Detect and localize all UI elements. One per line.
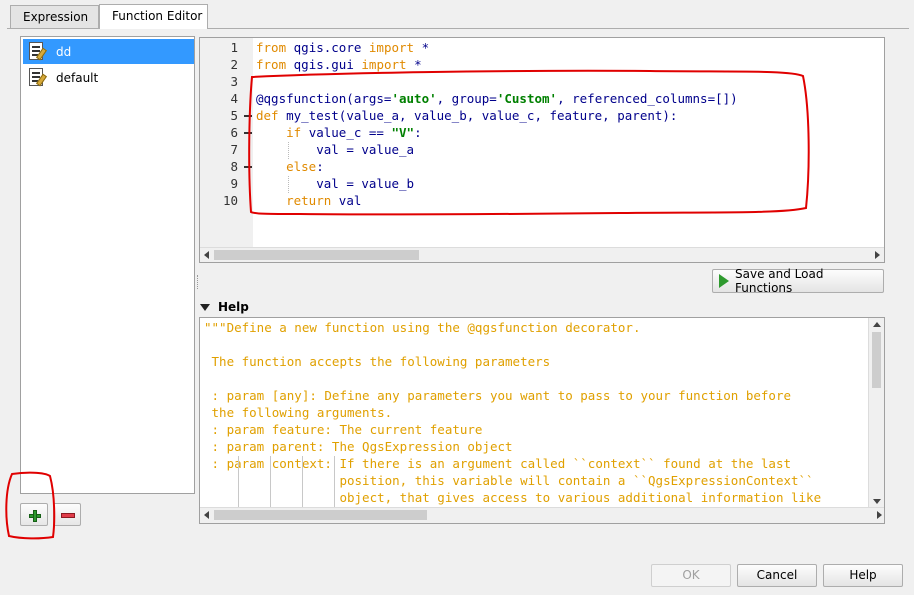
function-file-list[interactable]: dd default xyxy=(20,36,195,494)
remove-function-button[interactable] xyxy=(53,503,81,526)
help-vertical-scrollbar[interactable] xyxy=(868,318,884,508)
scrollbar-thumb[interactable] xyxy=(214,250,419,260)
help-section-toggle[interactable]: Help xyxy=(200,299,249,315)
code-line: val = value_a xyxy=(316,142,415,157)
cancel-button[interactable]: Cancel xyxy=(737,564,817,587)
help-line: position, this variable will contain a `… xyxy=(204,473,814,488)
help-line: : param parent: The QgsExpression object xyxy=(204,439,513,454)
line-number: 5 xyxy=(230,108,238,123)
code-line: @qgsfunction(args='auto', group='Custom'… xyxy=(256,91,738,106)
save-and-load-label: Save and Load Functions xyxy=(735,267,824,295)
script-edit-icon xyxy=(26,67,48,89)
splitter-handle[interactable] xyxy=(197,275,198,289)
code-line: from qgis.gui import * xyxy=(256,57,422,72)
line-number: 9 xyxy=(230,176,238,191)
line-number: 1 xyxy=(230,40,238,55)
scroll-right-icon[interactable] xyxy=(877,511,882,519)
code-line: return val xyxy=(286,193,362,208)
help-text-view[interactable]: """Define a new function using the @qgsf… xyxy=(199,317,885,524)
help-button[interactable]: Help xyxy=(823,564,903,587)
collapse-triangle-icon xyxy=(200,303,210,311)
scroll-up-icon[interactable] xyxy=(873,322,881,327)
scroll-left-icon[interactable] xyxy=(204,251,209,259)
tab-expression-label: Expression xyxy=(23,10,89,24)
code-line: val = value_b xyxy=(316,176,415,191)
line-number: 10 xyxy=(222,193,238,208)
tab-bar: Expression Function Editor xyxy=(10,4,910,29)
list-item[interactable]: default xyxy=(23,65,194,90)
help-horizontal-scrollbar[interactable] xyxy=(200,507,884,523)
fold-marker-icon[interactable] xyxy=(244,166,252,170)
save-and-load-button[interactable]: Save and Load Functions xyxy=(712,267,884,295)
line-number: 7 xyxy=(230,142,238,157)
line-number-gutter: 1 2 3 4 5 6 7 8 9 10 xyxy=(200,38,253,248)
line-number: 8 xyxy=(230,159,238,174)
scrollbar-thumb[interactable] xyxy=(214,510,427,520)
line-number: 4 xyxy=(230,91,238,106)
help-line: : param feature: The current feature xyxy=(204,422,483,437)
column-guide xyxy=(302,456,303,508)
help-line: The function accepts the following param… xyxy=(204,354,551,369)
tab-expression[interactable]: Expression xyxy=(10,5,99,28)
add-function-button[interactable] xyxy=(20,503,48,526)
tab-function-editor[interactable]: Function Editor xyxy=(99,4,208,29)
fold-marker-icon[interactable] xyxy=(244,132,252,136)
script-edit-icon xyxy=(26,41,48,63)
play-icon xyxy=(719,274,729,288)
code-line: def my_test(value_a, value_b, value_c, f… xyxy=(256,108,678,123)
help-title: Help xyxy=(218,300,249,314)
minus-icon xyxy=(61,513,75,518)
help-line: the following arguments. xyxy=(204,405,393,420)
line-number: 3 xyxy=(230,74,238,89)
line-number: 2 xyxy=(230,57,238,72)
code-line: if value_c == "V": xyxy=(286,125,422,140)
help-line: """Define a new function using the @qgsf… xyxy=(204,320,641,335)
fold-marker-icon[interactable] xyxy=(244,115,252,119)
help-line: : param context: If there is an argument… xyxy=(204,456,791,471)
function-name: dd xyxy=(56,44,72,59)
scroll-right-icon[interactable] xyxy=(875,251,880,259)
help-line: : param [any]: Define any parameters you… xyxy=(204,388,791,403)
help-line: object, that gives access to various add… xyxy=(204,490,822,505)
scrollbar-thumb[interactable] xyxy=(872,332,881,388)
list-item[interactable]: dd xyxy=(23,39,194,64)
code-editor[interactable]: 1 2 3 4 5 6 7 8 9 10 from qgis.core impo… xyxy=(199,37,885,263)
scroll-down-icon[interactable] xyxy=(873,499,881,504)
line-number: 6 xyxy=(230,125,238,140)
column-guide xyxy=(238,456,239,508)
column-guide xyxy=(334,456,335,508)
code-line: else: xyxy=(286,159,324,174)
editor-horizontal-scrollbar[interactable] xyxy=(200,247,884,262)
ok-button[interactable]: OK xyxy=(651,564,731,587)
code-line: from qgis.core import * xyxy=(256,40,430,55)
scroll-left-icon[interactable] xyxy=(204,511,209,519)
function-name: default xyxy=(56,70,99,85)
column-guide xyxy=(270,456,271,508)
tab-function-editor-label: Function Editor xyxy=(112,9,203,23)
